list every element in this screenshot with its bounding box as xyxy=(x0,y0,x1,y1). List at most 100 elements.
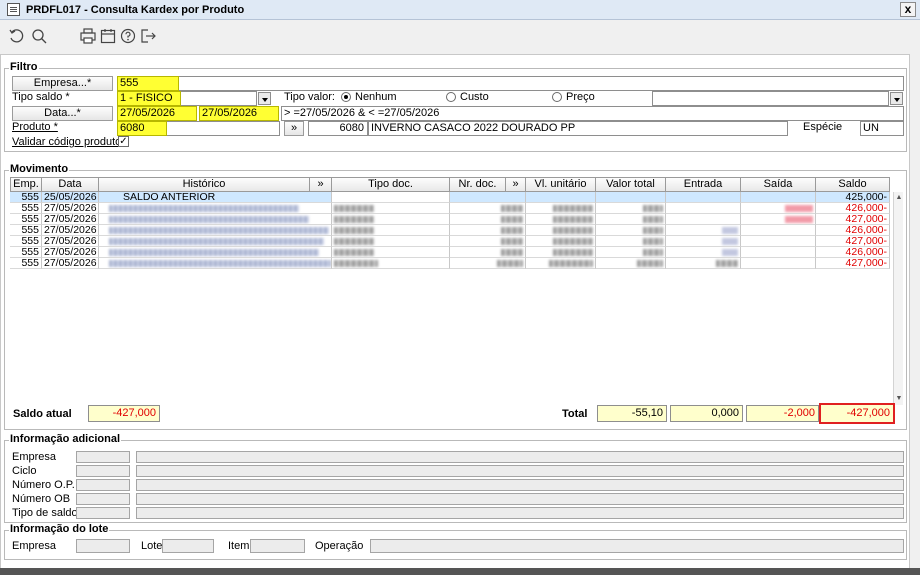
cell-vl-unitario xyxy=(526,214,596,225)
table-row[interactable]: 555 27/05/2026 426,000- xyxy=(10,247,890,258)
cell-nr-doc xyxy=(450,258,526,269)
cell-saldo: 426,000- xyxy=(816,203,890,214)
calendar-icon[interactable] xyxy=(99,27,117,45)
col-data[interactable]: Data xyxy=(42,177,99,192)
cell-saida xyxy=(741,258,816,269)
cell-tipo-doc xyxy=(332,247,450,258)
item-field xyxy=(250,539,305,553)
table-row[interactable]: 555 25/05/2026 SALDO ANTERIOR 425,000- xyxy=(10,192,890,203)
chevron-up-icon[interactable]: ▲ xyxy=(895,193,903,203)
cell-tipo-doc xyxy=(332,236,450,247)
produto-field-ext[interactable] xyxy=(167,121,280,136)
table-row[interactable]: 555 27/05/2026 427,000- xyxy=(10,236,890,247)
redacted-text xyxy=(643,215,663,223)
tipo-saldo-select-body[interactable] xyxy=(181,91,257,106)
info-empresa-desc xyxy=(136,451,904,463)
data-to-field[interactable]: 27/05/2026 xyxy=(199,106,279,121)
cell-historico: SALDO ANTERIOR xyxy=(99,192,332,203)
total-label: Total xyxy=(562,408,588,420)
tipo-saldo-label: Tipo saldo * xyxy=(12,91,70,103)
redacted-text xyxy=(109,237,324,245)
total-saida-field: -2,000 xyxy=(746,405,819,422)
movimento-label: Movimento xyxy=(9,163,70,175)
radio-custo[interactable] xyxy=(446,92,456,102)
redacted-text xyxy=(553,204,593,212)
radio-nenhum-label: Nenhum xyxy=(355,91,397,103)
col-historico[interactable]: Histórico xyxy=(99,177,310,192)
col-historico-expand[interactable]: » xyxy=(310,177,332,192)
redacted-text xyxy=(722,237,738,245)
cell-saida xyxy=(741,203,816,214)
cell-valor-total xyxy=(596,203,666,214)
cell-vl-unitario xyxy=(526,258,596,269)
table-row[interactable]: 555 27/05/2026 426,000- xyxy=(10,203,890,214)
validar-checkbox[interactable]: ✓ xyxy=(118,136,129,147)
chevron-down-icon[interactable]: ▼ xyxy=(895,394,903,404)
produto-search-button[interactable]: » xyxy=(284,121,304,136)
radio-preco[interactable] xyxy=(552,92,562,102)
grid-scrollbar[interactable]: ▲ ▼ xyxy=(893,192,903,405)
cell-nr-doc xyxy=(450,203,526,214)
table-row[interactable]: 555 27/05/2026 427,000- xyxy=(10,214,890,225)
col-saida[interactable]: Saída xyxy=(741,177,816,192)
col-emp[interactable]: Emp. xyxy=(10,177,42,192)
data-button[interactable]: Data...* xyxy=(12,106,113,121)
cell-tipo-doc xyxy=(332,225,450,236)
cell-valor-total xyxy=(596,258,666,269)
app-icon xyxy=(7,3,20,16)
produto-field[interactable]: 6080 xyxy=(117,121,167,136)
cell-tipo-doc xyxy=(332,258,450,269)
undo-icon[interactable] xyxy=(7,27,25,45)
operacao-field xyxy=(370,539,904,553)
cell-data: 27/05/2026 xyxy=(42,203,99,214)
close-button[interactable]: x xyxy=(900,2,916,17)
col-nr-doc-expand[interactable]: » xyxy=(506,177,526,192)
info-tipo-saldo-desc xyxy=(136,507,904,519)
table-row[interactable]: 555 27/05/2026 426,000- xyxy=(10,225,890,236)
redacted-text xyxy=(334,215,374,223)
cell-emp: 555 xyxy=(10,192,42,203)
cell-entrada xyxy=(666,247,741,258)
table-row[interactable]: 555 27/05/2026 427,000- xyxy=(10,258,890,269)
cell-historico xyxy=(99,225,332,236)
empresa-button[interactable]: Empresa...* xyxy=(12,76,113,91)
redacted-text xyxy=(334,204,374,212)
redacted-text xyxy=(334,237,374,245)
col-tipo-doc[interactable]: Tipo doc. xyxy=(332,177,450,192)
col-saldo[interactable]: Saldo xyxy=(816,177,890,192)
redacted-text xyxy=(501,248,523,256)
cell-entrada xyxy=(666,225,741,236)
col-valor-total[interactable]: Valor total xyxy=(596,177,666,192)
search-icon[interactable] xyxy=(30,27,48,45)
redacted-text xyxy=(716,259,738,267)
help-icon[interactable] xyxy=(119,27,137,45)
chevron-down-icon[interactable] xyxy=(258,92,271,105)
col-nr-doc[interactable]: Nr. doc. xyxy=(450,177,506,192)
exit-icon[interactable] xyxy=(139,27,157,45)
info-op-field xyxy=(76,479,130,491)
cell-saldo: 426,000- xyxy=(816,247,890,258)
tipo-valor-select[interactable] xyxy=(652,91,889,106)
info-adicional-label: Informação adicional xyxy=(9,433,122,445)
cell-emp: 555 xyxy=(10,225,42,236)
col-entrada[interactable]: Entrada xyxy=(666,177,741,192)
redacted-text xyxy=(637,259,663,267)
col-vl-unitario[interactable]: Vl. unitário xyxy=(526,177,596,192)
redacted-text xyxy=(549,259,593,267)
empresa-field[interactable]: 555 xyxy=(117,76,179,91)
cell-data: 27/05/2026 xyxy=(42,247,99,258)
cell-saldo: 425,000- xyxy=(816,192,890,203)
radio-nenhum[interactable] xyxy=(341,92,351,102)
data-from-field[interactable]: 27/05/2026 xyxy=(117,106,197,121)
chevron-down-icon[interactable] xyxy=(890,92,903,105)
tipo-saldo-select[interactable]: 1 - FISICO xyxy=(117,91,181,106)
redacted-text xyxy=(643,204,663,212)
saldo-atual-field: -427,000 xyxy=(88,405,160,422)
cell-emp: 555 xyxy=(10,214,42,225)
produto-code-field: 6080 xyxy=(308,121,368,136)
print-icon[interactable] xyxy=(79,27,97,45)
redacted-text xyxy=(109,215,309,223)
redacted-text xyxy=(643,248,663,256)
cell-emp: 555 xyxy=(10,236,42,247)
cell-historico xyxy=(99,247,332,258)
